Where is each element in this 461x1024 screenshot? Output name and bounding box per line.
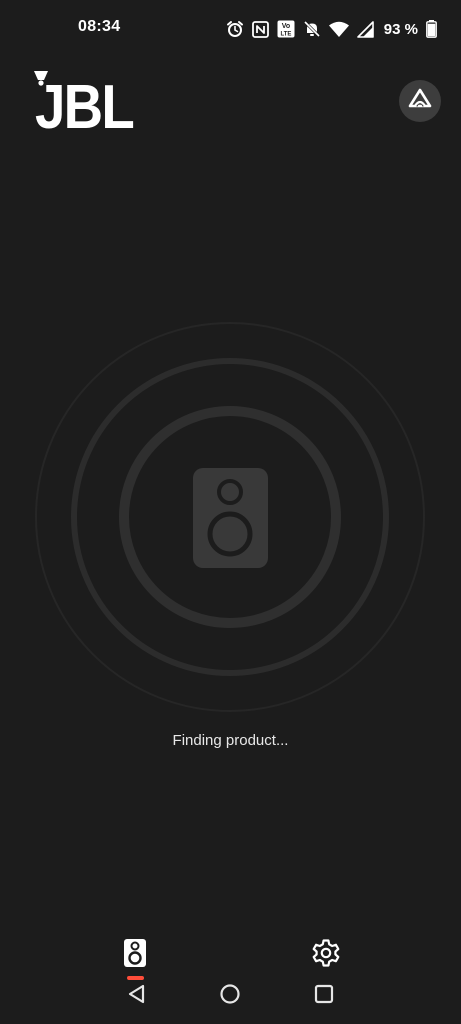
svg-text:LTE: LTE	[280, 32, 291, 38]
home-button[interactable]	[218, 983, 242, 1010]
radar-ring-outer	[35, 322, 425, 712]
tab-devices[interactable]	[110, 930, 160, 980]
wifi-icon	[328, 21, 349, 37]
assistant-icon	[407, 86, 433, 117]
back-icon	[126, 983, 148, 1010]
nfc-icon	[251, 20, 269, 38]
gear-icon	[311, 938, 341, 973]
silent-bell-icon	[303, 20, 321, 38]
alarm-icon	[226, 20, 244, 38]
battery-text: 93 %	[383, 20, 418, 38]
battery-icon	[426, 20, 437, 38]
bottom-nav	[0, 930, 461, 980]
volte-icon: Vo LTE	[277, 20, 295, 38]
back-button[interactable]	[125, 984, 149, 1008]
jbl-logo: JBL	[34, 70, 135, 142]
svg-text:Vo: Vo	[282, 23, 290, 30]
assistant-button[interactable]	[399, 80, 441, 122]
recents-button[interactable]	[312, 984, 336, 1008]
speaker-icon	[123, 938, 147, 973]
signal-icon	[356, 20, 374, 38]
recents-icon	[313, 983, 335, 1010]
svg-text:JBL: JBL	[35, 73, 133, 130]
system-nav	[0, 980, 461, 1012]
tab-settings[interactable]	[301, 930, 351, 980]
radar-ring-inner	[119, 406, 341, 628]
status-icons: Vo LTE 93 %	[226, 18, 437, 40]
home-icon	[219, 983, 241, 1010]
status-time: 08:34	[78, 18, 121, 35]
radar-graphic	[35, 322, 425, 712]
finding-status-text: Finding product...	[172, 732, 289, 749]
speaker-icon	[193, 468, 268, 568]
radar-ring-middle	[71, 358, 389, 676]
status-bar: 08:34 Vo LTE 93 %	[0, 0, 461, 58]
